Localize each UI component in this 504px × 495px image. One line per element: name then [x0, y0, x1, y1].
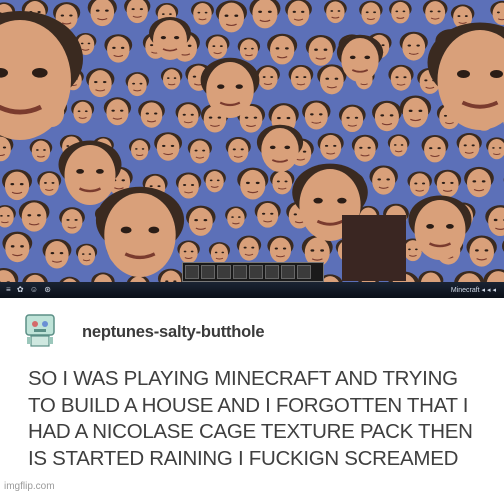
- face-icon: [267, 33, 298, 65]
- face-icon: [369, 165, 398, 195]
- taskbar: ≡ ✿ ☺ ⊛ Minecraft ◂ ◂ ◂: [0, 282, 504, 298]
- face-icon: [0, 11, 83, 140]
- face-icon: [2, 169, 32, 201]
- face-icon: [399, 95, 432, 128]
- face-icon: [191, 1, 214, 25]
- face-icon: [249, 0, 281, 29]
- face-icon: [205, 34, 230, 59]
- hotbar-slot: [233, 265, 247, 279]
- face-icon: [237, 167, 269, 200]
- hotbar-slot: [281, 265, 295, 279]
- face-icon: [87, 0, 117, 27]
- face-icon: [160, 67, 183, 90]
- face-icon: [37, 171, 62, 196]
- face-icon: [225, 206, 247, 229]
- face-icon: [125, 72, 149, 97]
- face-icon: [456, 133, 482, 159]
- face-icon: [338, 104, 366, 133]
- face-icon: [86, 68, 115, 98]
- post-body: SO I WAS PLAYING MINECRAFT AND TRYING TO…: [28, 366, 498, 472]
- face-icon: [389, 0, 412, 24]
- face-icon: [407, 171, 432, 197]
- face-icon: [103, 97, 132, 126]
- face-icon: [104, 34, 133, 63]
- face-icon: [154, 132, 183, 161]
- face-icon: [267, 235, 294, 263]
- face-icon: [0, 205, 16, 228]
- face-icon: [387, 134, 410, 157]
- face-icon: [466, 235, 497, 267]
- face-icon: [225, 137, 251, 163]
- face-icon: [208, 242, 231, 264]
- face-icon: [490, 0, 504, 25]
- hotbar-slot: [185, 265, 199, 279]
- hotbar-slot: [201, 265, 215, 279]
- post-line: IS STARTED RAINING I FUCKIGN SCREAMED: [28, 446, 459, 470]
- face-icon: [359, 0, 383, 25]
- face-icon: [317, 64, 347, 95]
- face-icon: [59, 207, 85, 234]
- post-line: TO BUILD A HOUSE AND I FORGOTTEN THAT I: [28, 393, 469, 417]
- face-icon: [388, 64, 414, 91]
- face-icon: [464, 166, 494, 198]
- raining-faces-image: [0, 0, 504, 298]
- face-icon: [175, 102, 201, 129]
- face-icon: [75, 243, 98, 266]
- face-icon: [422, 0, 448, 25]
- face-icon: [302, 100, 331, 130]
- face-icon: [187, 138, 212, 164]
- face-icon: [29, 138, 53, 163]
- face-icon: [175, 172, 202, 199]
- face-icon: [42, 238, 72, 269]
- face-icon: [237, 37, 261, 61]
- face-icon: [2, 231, 33, 263]
- taskbar-tray[interactable]: Minecraft ◂ ◂ ◂: [451, 286, 496, 294]
- face-icon: [185, 205, 216, 236]
- face-icon: [236, 235, 262, 261]
- face-icon: [323, 0, 347, 24]
- face-icon: [399, 31, 428, 61]
- face-icon: [138, 100, 165, 128]
- face-icon: [203, 169, 226, 193]
- face-icon: [317, 133, 344, 160]
- hotbar-slot: [249, 265, 263, 279]
- taskbar-icons[interactable]: ≡ ✿ ☺ ⊛: [6, 285, 53, 294]
- hotbar-slot: [265, 265, 279, 279]
- hotbar-slot: [297, 265, 311, 279]
- watermark: imgflip.com: [4, 481, 55, 492]
- game-screenshot: ≡ ✿ ☺ ⊛ Minecraft ◂ ◂ ◂: [0, 0, 504, 298]
- face-icon: [124, 0, 151, 24]
- face-icon: [351, 134, 379, 162]
- face-icon: [285, 0, 312, 27]
- face-icon: [485, 205, 504, 237]
- face-icon: [254, 200, 281, 228]
- hotbar-slot: [217, 265, 231, 279]
- face-icon: [421, 134, 449, 163]
- face-icon: [270, 169, 295, 195]
- face-icon: [128, 138, 151, 161]
- face-icon: [18, 200, 50, 232]
- face-icon: [177, 240, 200, 264]
- face-icon: [71, 99, 95, 124]
- face-icon: [95, 186, 185, 277]
- face-icon: [486, 137, 504, 160]
- block: [342, 215, 406, 281]
- face-icon: [305, 34, 336, 66]
- face-icon: [434, 169, 462, 198]
- post-line: SO I WAS PLAYING MINECRAFT AND TRYING: [28, 367, 458, 390]
- username[interactable]: neptunes-salty-butthole: [82, 323, 265, 342]
- hotbar: [182, 262, 324, 282]
- face-icon: [372, 100, 402, 132]
- post-line: HAD A NICOLASE CAGE TEXTURE PACK THEN: [28, 420, 473, 443]
- robot-avatar-icon[interactable]: [24, 313, 56, 349]
- face-icon: [255, 65, 280, 90]
- face-icon: [215, 0, 247, 33]
- face-icon: [288, 64, 314, 91]
